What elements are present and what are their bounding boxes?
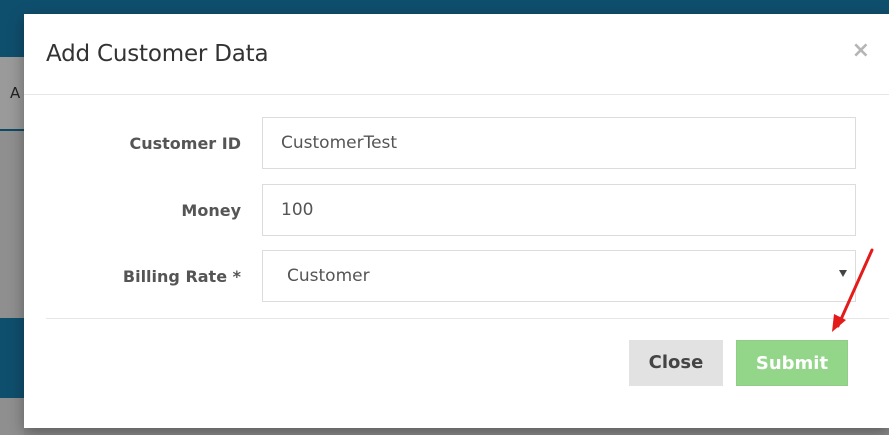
billing-rate-label: Billing Rate * — [122, 267, 241, 286]
red-arrow-annotation-icon — [832, 248, 874, 332]
customer-id-row: Customer ID — [24, 117, 889, 171]
close-icon[interactable]: × — [852, 38, 870, 63]
submit-button[interactable]: Submit — [736, 340, 848, 386]
background-blue-bar — [0, 318, 24, 398]
customer-id-label: Customer ID — [129, 134, 241, 153]
money-input[interactable] — [262, 184, 856, 236]
billing-rate-select[interactable]: Customer — [262, 250, 856, 302]
billing-rate-row: Billing Rate * Customer — [24, 250, 889, 304]
modal-header: Add Customer Data × — [24, 14, 889, 95]
customer-id-input[interactable] — [262, 117, 856, 169]
add-customer-modal: Add Customer Data × Customer ID Money Bi… — [24, 14, 889, 428]
close-button[interactable]: Close — [629, 340, 723, 386]
money-row: Money — [24, 184, 889, 238]
footer-divider — [46, 318, 889, 319]
money-label: Money — [181, 201, 241, 220]
billing-rate-selected-value: Customer — [287, 266, 370, 286]
background-tab-label: A — [10, 84, 21, 102]
modal-title: Add Customer Data — [46, 41, 269, 67]
